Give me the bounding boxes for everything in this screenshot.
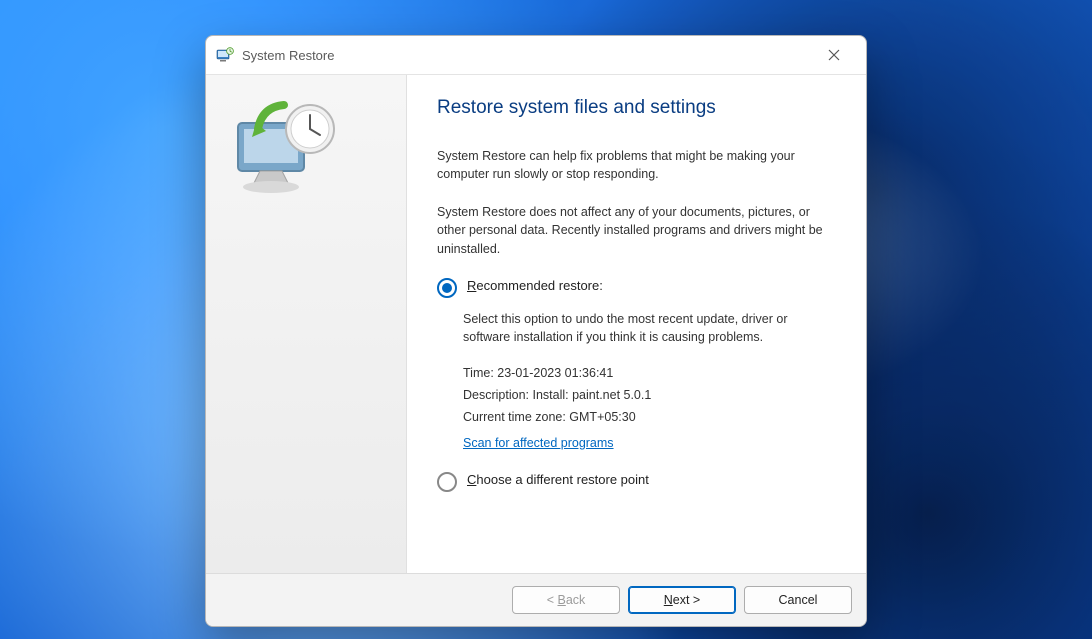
wizard-sidebar [206,75,407,573]
back-button: < Back [512,586,620,614]
restore-illustration-icon [226,95,346,205]
close-icon [828,49,840,61]
restore-time: Time: 23-01-2023 01:36:41 [463,366,836,380]
intro-paragraph-1: System Restore can help fix problems tha… [437,147,836,183]
system-restore-icon [216,46,234,64]
restore-point-details: Time: 23-01-2023 01:36:41 Description: I… [463,366,836,450]
dialog-body: Restore system files and settings System… [206,75,866,573]
restore-description: Description: Install: paint.net 5.0.1 [463,388,836,402]
wizard-footer: < Back Next > Cancel [206,573,866,626]
wizard-main: Restore system files and settings System… [407,75,866,573]
restore-options: Recommended restore: Select this option … [437,278,836,492]
radio-recommended[interactable] [437,278,457,298]
option-recommended-label: Recommended restore: [467,278,603,293]
next-button[interactable]: Next > [628,586,736,614]
close-button[interactable] [812,41,856,69]
scan-affected-link[interactable]: Scan for affected programs [463,436,614,450]
window-title: System Restore [242,48,812,63]
page-heading: Restore system files and settings [437,97,836,119]
option-different[interactable]: Choose a different restore point [437,472,836,492]
option-recommended[interactable]: Recommended restore: [437,278,836,298]
option-different-label: Choose a different restore point [467,472,649,487]
cancel-button[interactable]: Cancel [744,586,852,614]
intro-paragraph-2: System Restore does not affect any of yo… [437,203,836,257]
title-bar: System Restore [206,36,866,75]
radio-different[interactable] [437,472,457,492]
restore-timezone: Current time zone: GMT+05:30 [463,410,836,424]
system-restore-window: System Restore [205,35,867,627]
option-recommended-desc: Select this option to undo the most rece… [463,310,836,346]
